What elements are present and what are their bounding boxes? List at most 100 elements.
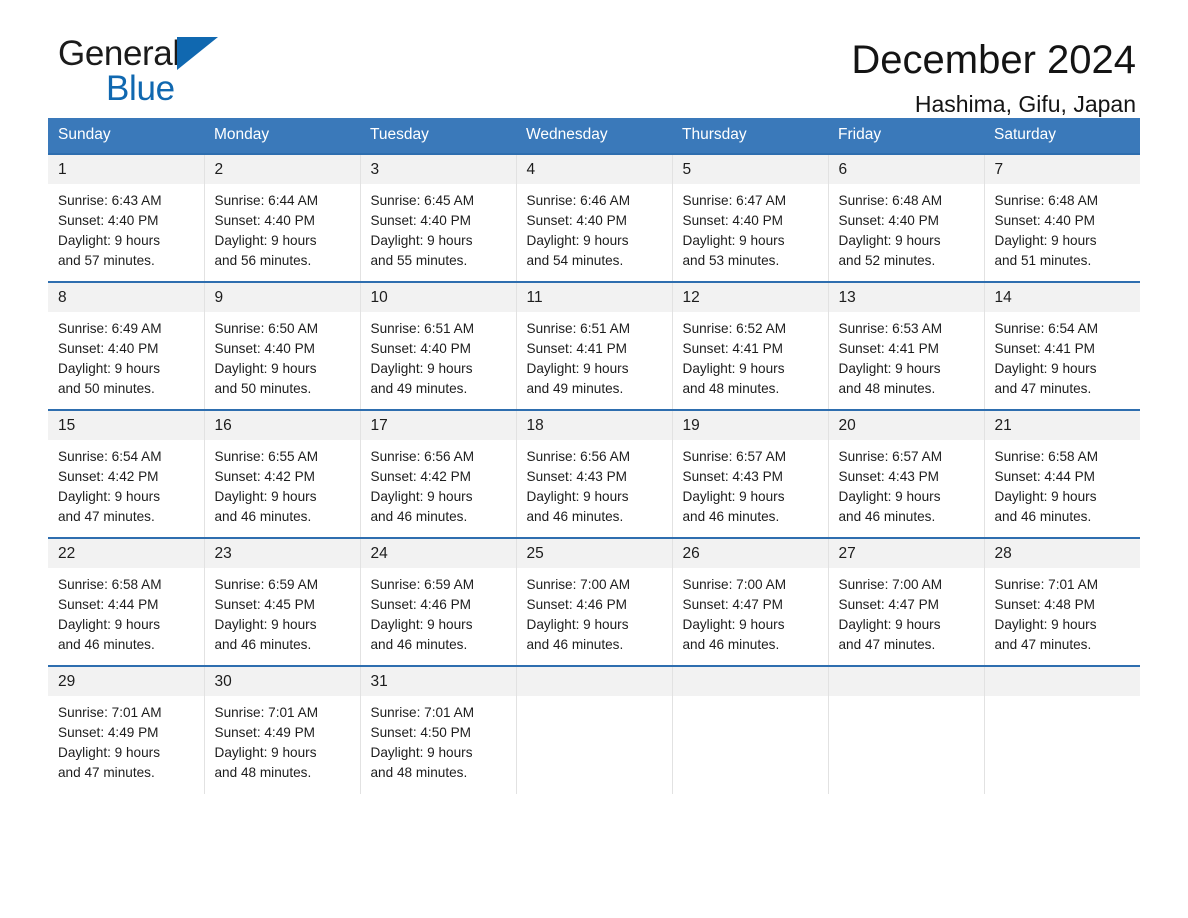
calendar-day-cell[interactable]: 15 Sunrise: 6:54 AM Sunset: 4:42 PM Dayligh… [48, 409, 205, 538]
calendar-day-cell[interactable]: 28 Sunrise: 7:01 AM Sunset: 4:48 PM Dayligh… [984, 537, 1140, 666]
day-details: Sunrise: 6:57 AM Sunset: 4:43 PM Daylight:… [829, 440, 984, 527]
calendar-day-cell[interactable]: 3 Sunrise: 6:45 AM Sunset: 4:40 PM Daylight… [360, 153, 517, 282]
day-number: 1 [48, 155, 204, 184]
daylight-text-line2: and 46 minutes. [214, 637, 312, 652]
day-number: 6 [828, 155, 984, 184]
daylight-text-line1: Daylight: 9 hours [682, 489, 785, 504]
calendar-day-cell[interactable]: 24 Sunrise: 6:59 AM Sunset: 4:46 PM Dayligh… [360, 537, 517, 666]
sunrise-text: Sunrise: 6:52 AM [682, 321, 787, 336]
day-number: 27 [828, 539, 984, 568]
calendar-day-cell[interactable]: 4 Sunrise: 6:46 AM Sunset: 4:40 PM Daylight… [516, 153, 673, 282]
sunrise-text: Sunrise: 6:56 AM [526, 449, 631, 464]
daylight-text-line2: and 53 minutes. [682, 253, 780, 268]
calendar-week-row: 15 Sunrise: 6:54 AM Sunset: 4:42 PM Dayligh… [48, 409, 1141, 538]
calendar-day-cell[interactable]: 2 Sunrise: 6:44 AM Sunset: 4:40 PM Daylight… [204, 153, 361, 282]
calendar-day-cell[interactable]: 30 Sunrise: 7:01 AM Sunset: 4:49 PM Dayligh… [204, 665, 361, 794]
calendar-day-cell[interactable]: 11 Sunrise: 6:51 AM Sunset: 4:41 PM Dayligh… [516, 281, 673, 410]
calendar-day-cell[interactable]: 20 Sunrise: 6:57 AM Sunset: 4:43 PM Dayligh… [828, 409, 985, 538]
calendar-day-cell[interactable]: 25 Sunrise: 7:00 AM Sunset: 4:46 PM Dayligh… [516, 537, 673, 666]
day-number: 7 [984, 155, 1140, 184]
sunrise-text: Sunrise: 6:48 AM [994, 193, 1099, 208]
daylight-text-line1: Daylight: 9 hours [214, 233, 317, 248]
daylight-text-line2: and 46 minutes. [370, 637, 468, 652]
daylight-text-line2: and 50 minutes. [214, 381, 312, 396]
sunrise-text: Sunrise: 6:54 AM [58, 449, 162, 464]
sunrise-text: Sunrise: 6:59 AM [370, 577, 475, 592]
calendar-day-cell[interactable]: 31 Sunrise: 7:01 AM Sunset: 4:50 PM Dayligh… [360, 665, 517, 794]
sunset-text: Sunset: 4:43 PM [838, 469, 940, 484]
day-number [516, 667, 672, 696]
daylight-text-line1: Daylight: 9 hours [58, 489, 161, 504]
page-subtitle: Hashima, Gifu, Japan [914, 91, 1136, 117]
calendar-day-cell[interactable]: 13 Sunrise: 6:53 AM Sunset: 4:41 PM Dayligh… [828, 281, 985, 410]
calendar-day-cell[interactable]: 26 Sunrise: 7:00 AM Sunset: 4:47 PM Dayligh… [672, 537, 829, 666]
day-details: Sunrise: 6:59 AM Sunset: 4:45 PM Daylight:… [205, 568, 360, 655]
daylight-text-line1: Daylight: 9 hours [370, 233, 473, 248]
daylight-text-line2: and 47 minutes. [994, 637, 1092, 652]
sunset-text: Sunset: 4:45 PM [214, 597, 316, 612]
daylight-text-line2: and 46 minutes. [214, 509, 312, 524]
day-details: Sunrise: 7:00 AM Sunset: 4:46 PM Daylight:… [517, 568, 672, 655]
day-details: Sunrise: 6:58 AM Sunset: 4:44 PM Daylight:… [985, 440, 1141, 527]
calendar-day-cell[interactable]: 27 Sunrise: 7:00 AM Sunset: 4:47 PM Dayligh… [828, 537, 985, 666]
sunrise-text: Sunrise: 6:54 AM [994, 321, 1099, 336]
day-number: 3 [360, 155, 516, 184]
calendar-day-cell[interactable]: 9 Sunrise: 6:50 AM Sunset: 4:40 PM Daylight… [204, 281, 361, 410]
calendar-day-cell[interactable]: 18 Sunrise: 6:56 AM Sunset: 4:43 PM Dayligh… [516, 409, 673, 538]
day-number: 31 [360, 667, 516, 696]
calendar-day-cell[interactable]: 7 Sunrise: 6:48 AM Sunset: 4:40 PM Daylight… [984, 153, 1140, 282]
daylight-text-line2: and 49 minutes. [526, 381, 624, 396]
sunrise-text: Sunrise: 7:00 AM [526, 577, 631, 592]
calendar-day-cell[interactable]: 12 Sunrise: 6:52 AM Sunset: 4:41 PM Dayligh… [672, 281, 829, 410]
day-details: Sunrise: 6:52 AM Sunset: 4:41 PM Daylight:… [673, 312, 828, 399]
day-number: 22 [48, 539, 204, 568]
sunset-text: Sunset: 4:41 PM [838, 341, 940, 356]
calendar-day-cell[interactable]: 22 Sunrise: 6:58 AM Sunset: 4:44 PM Dayligh… [48, 537, 205, 666]
sunrise-text: Sunrise: 7:00 AM [682, 577, 787, 592]
day-number: 25 [516, 539, 672, 568]
calendar-day-cell[interactable]: 23 Sunrise: 6:59 AM Sunset: 4:45 PM Dayligh… [204, 537, 361, 666]
daylight-text-line1: Daylight: 9 hours [58, 745, 161, 760]
calendar-day-cell[interactable]: 21 Sunrise: 6:58 AM Sunset: 4:44 PM Dayligh… [984, 409, 1141, 538]
sunrise-text: Sunrise: 6:51 AM [526, 321, 631, 336]
day-details: Sunrise: 6:50 AM Sunset: 4:40 PM Daylight:… [205, 312, 360, 399]
sunrise-text: Sunrise: 6:58 AM [994, 449, 1099, 464]
calendar-body: 1 Sunrise: 6:43 AM Sunset: 4:40 PM Daylight… [48, 153, 1141, 794]
sunrise-text: Sunrise: 6:50 AM [214, 321, 319, 336]
sunrise-text: Sunrise: 7:01 AM [994, 577, 1099, 592]
daylight-text-line1: Daylight: 9 hours [682, 361, 785, 376]
day-details: Sunrise: 6:51 AM Sunset: 4:40 PM Daylight:… [361, 312, 516, 399]
day-details: Sunrise: 6:49 AM Sunset: 4:40 PM Daylight:… [48, 312, 204, 399]
day-number: 15 [48, 411, 204, 440]
sunset-text: Sunset: 4:50 PM [370, 725, 472, 740]
sunset-text: Sunset: 4:40 PM [526, 213, 628, 228]
calendar-day-cell[interactable]: 17 Sunrise: 6:56 AM Sunset: 4:42 PM Dayligh… [360, 409, 517, 538]
daylight-text-line2: and 46 minutes. [526, 637, 624, 652]
calendar-day-cell[interactable]: 10 Sunrise: 6:51 AM Sunset: 4:40 PM Dayligh… [360, 281, 517, 410]
day-details: Sunrise: 7:00 AM Sunset: 4:47 PM Daylight:… [673, 568, 828, 655]
calendar-day-cell[interactable]: 8 Sunrise: 6:49 AM Sunset: 4:40 PM Daylight… [48, 281, 205, 410]
calendar-day-cell[interactable]: 16 Sunrise: 6:55 AM Sunset: 4:42 PM Dayligh… [204, 409, 361, 538]
calendar-day-cell[interactable]: 14 Sunrise: 6:54 AM Sunset: 4:41 PM Dayligh… [984, 281, 1140, 410]
calendar-day-cell[interactable]: 29 Sunrise: 7:01 AM Sunset: 4:49 PM Dayligh… [48, 665, 205, 794]
day-details: Sunrise: 7:01 AM Sunset: 4:49 PM Daylight:… [48, 696, 204, 783]
daylight-text-line1: Daylight: 9 hours [994, 617, 1097, 632]
sunrise-text: Sunrise: 6:46 AM [526, 193, 631, 208]
daylight-text-line2: and 47 minutes. [994, 381, 1092, 396]
sunset-text: Sunset: 4:41 PM [526, 341, 628, 356]
sunset-text: Sunset: 4:47 PM [682, 597, 784, 612]
sunrise-text: Sunrise: 6:48 AM [838, 193, 943, 208]
day-number: 28 [984, 539, 1140, 568]
daylight-text-line2: and 46 minutes. [370, 509, 468, 524]
calendar-day-cell[interactable]: 1 Sunrise: 6:43 AM Sunset: 4:40 PM Daylight… [48, 153, 205, 282]
calendar-day-cell[interactable]: 5 Sunrise: 6:47 AM Sunset: 4:40 PM Daylight… [672, 153, 829, 282]
calendar-day-cell[interactable]: 6 Sunrise: 6:48 AM Sunset: 4:40 PM Daylight… [828, 153, 985, 282]
day-number: 4 [516, 155, 672, 184]
daylight-text-line2: and 47 minutes. [58, 765, 155, 780]
daylight-text-line1: Daylight: 9 hours [370, 361, 473, 376]
daylight-text-line1: Daylight: 9 hours [58, 233, 161, 248]
day-number: 13 [828, 283, 984, 312]
day-details: Sunrise: 6:43 AM Sunset: 4:40 PM Daylight:… [48, 184, 204, 271]
calendar-day-cell[interactable]: 19 Sunrise: 6:57 AM Sunset: 4:43 PM Dayligh… [672, 409, 829, 538]
brand-logo[interactable]: General Blue [58, 34, 318, 108]
